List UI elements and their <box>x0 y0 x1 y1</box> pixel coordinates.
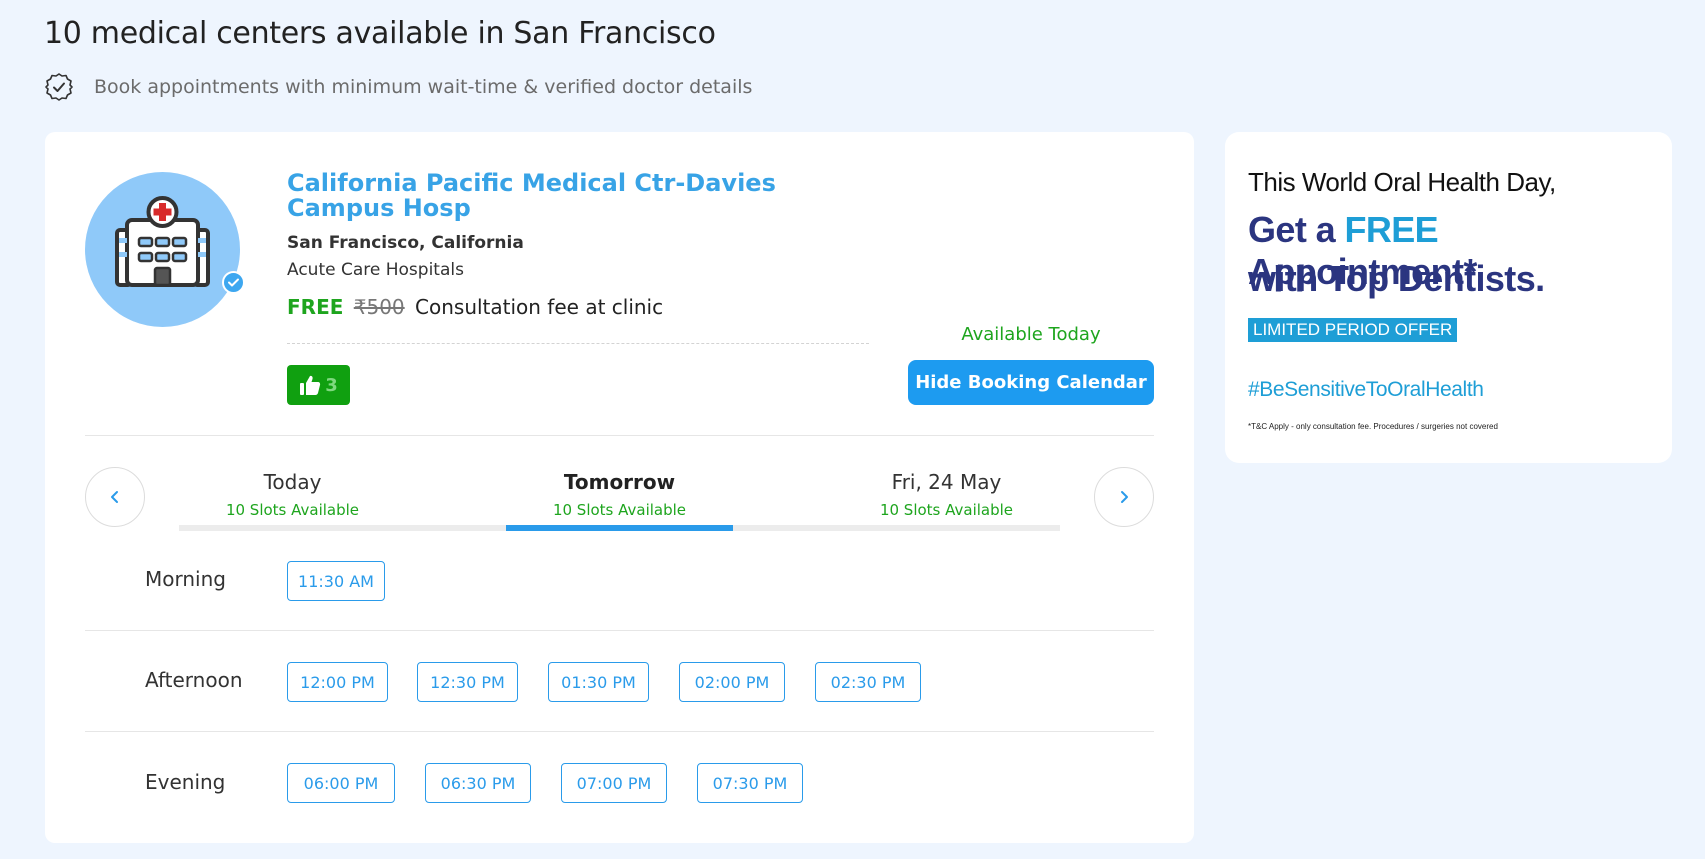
hide-booking-calendar-button[interactable]: Hide Booking Calendar <box>908 360 1154 405</box>
divider <box>85 731 1154 732</box>
hospital-building-icon <box>115 196 210 287</box>
ad-hashtag: #BeSensitiveToOralHealth <box>1248 378 1484 401</box>
tab-tomorrow[interactable]: Tomorrow 10 Slots Available <box>506 470 733 519</box>
chevron-left-icon <box>111 491 118 503</box>
ad-free-word: FREE <box>1344 209 1439 250</box>
time-slot[interactable]: 02:00 PM <box>679 662 785 702</box>
fee-free-label: FREE <box>287 295 344 319</box>
time-slot[interactable]: 12:30 PM <box>417 662 518 702</box>
subtitle-row: Book appointments with minimum wait-time… <box>44 72 752 102</box>
time-slot[interactable]: 07:30 PM <box>697 763 803 803</box>
tab-day-name: Fri, 24 May <box>891 470 1002 494</box>
page-title: 10 medical centers available in San Fran… <box>44 16 716 51</box>
time-slot[interactable]: 02:30 PM <box>815 662 921 702</box>
thumbs-up-icon <box>300 375 321 395</box>
tab-day-name: Today <box>263 470 322 494</box>
chevron-right-icon <box>1121 491 1128 503</box>
fee-suffix: Consultation fee at clinic <box>415 295 664 319</box>
verified-check-icon <box>222 271 245 294</box>
tab-slots-count: 10 Slots Available <box>879 501 1014 519</box>
time-slot[interactable]: 06:30 PM <box>425 763 531 803</box>
tab-day-name: Tomorrow <box>563 470 676 494</box>
tab-slots-count: 10 Slots Available <box>552 501 687 519</box>
ad-headline: This World Oral Health Day, <box>1248 167 1556 197</box>
avatar <box>85 172 240 327</box>
fee-old-price: ₹500 <box>353 295 405 319</box>
ad-terms: *T&C Apply - only consultation fee. Proc… <box>1248 422 1498 431</box>
check-circle-icon <box>45 73 73 101</box>
hospital-type: Acute Care Hospitals <box>287 260 464 280</box>
divider <box>287 343 869 344</box>
ad-dentists-line: with Top Dentists. <box>1248 258 1545 299</box>
limited-offer-tag: LIMITED PERIOD OFFER <box>1248 318 1458 342</box>
availability-text: Available Today <box>961 324 1101 345</box>
prev-day-button[interactable] <box>85 467 145 527</box>
promo-banner[interactable]: This World Oral Health Day, Get a FREE A… <box>1225 132 1672 463</box>
tab-fri-24-may[interactable]: Fri, 24 May 10 Slots Available <box>833 470 1060 519</box>
period-label-afternoon: Afternoon <box>145 668 243 692</box>
time-slot[interactable]: 12:00 PM <box>287 662 388 702</box>
hospital-name-link[interactable]: California Pacific Medical Ctr-Davies Ca… <box>287 171 807 221</box>
tab-today[interactable]: Today 10 Slots Available <box>179 470 406 519</box>
likes-badge: 3 <box>287 365 350 405</box>
tab-active-indicator <box>506 525 733 531</box>
hospital-location: San Francisco, California <box>287 233 524 253</box>
likes-count: 3 <box>325 374 338 396</box>
next-day-button[interactable] <box>1094 467 1154 527</box>
divider <box>85 435 1154 436</box>
ad-offer-prefix: Get a <box>1248 209 1345 250</box>
listing-card: California Pacific Medical Ctr-Davies Ca… <box>45 132 1194 843</box>
period-label-evening: Evening <box>145 770 226 794</box>
divider <box>85 630 1154 631</box>
consultation-fee: FREE ₹500 Consultation fee at clinic <box>287 295 663 319</box>
period-label-morning: Morning <box>145 567 226 591</box>
time-slot[interactable]: 01:30 PM <box>548 662 649 702</box>
time-slot[interactable]: 11:30 AM <box>287 561 385 601</box>
time-slot[interactable]: 06:00 PM <box>287 763 395 803</box>
subtitle: Book appointments with minimum wait-time… <box>94 76 753 98</box>
tab-slots-count: 10 Slots Available <box>225 501 360 519</box>
time-slot[interactable]: 07:00 PM <box>561 763 667 803</box>
